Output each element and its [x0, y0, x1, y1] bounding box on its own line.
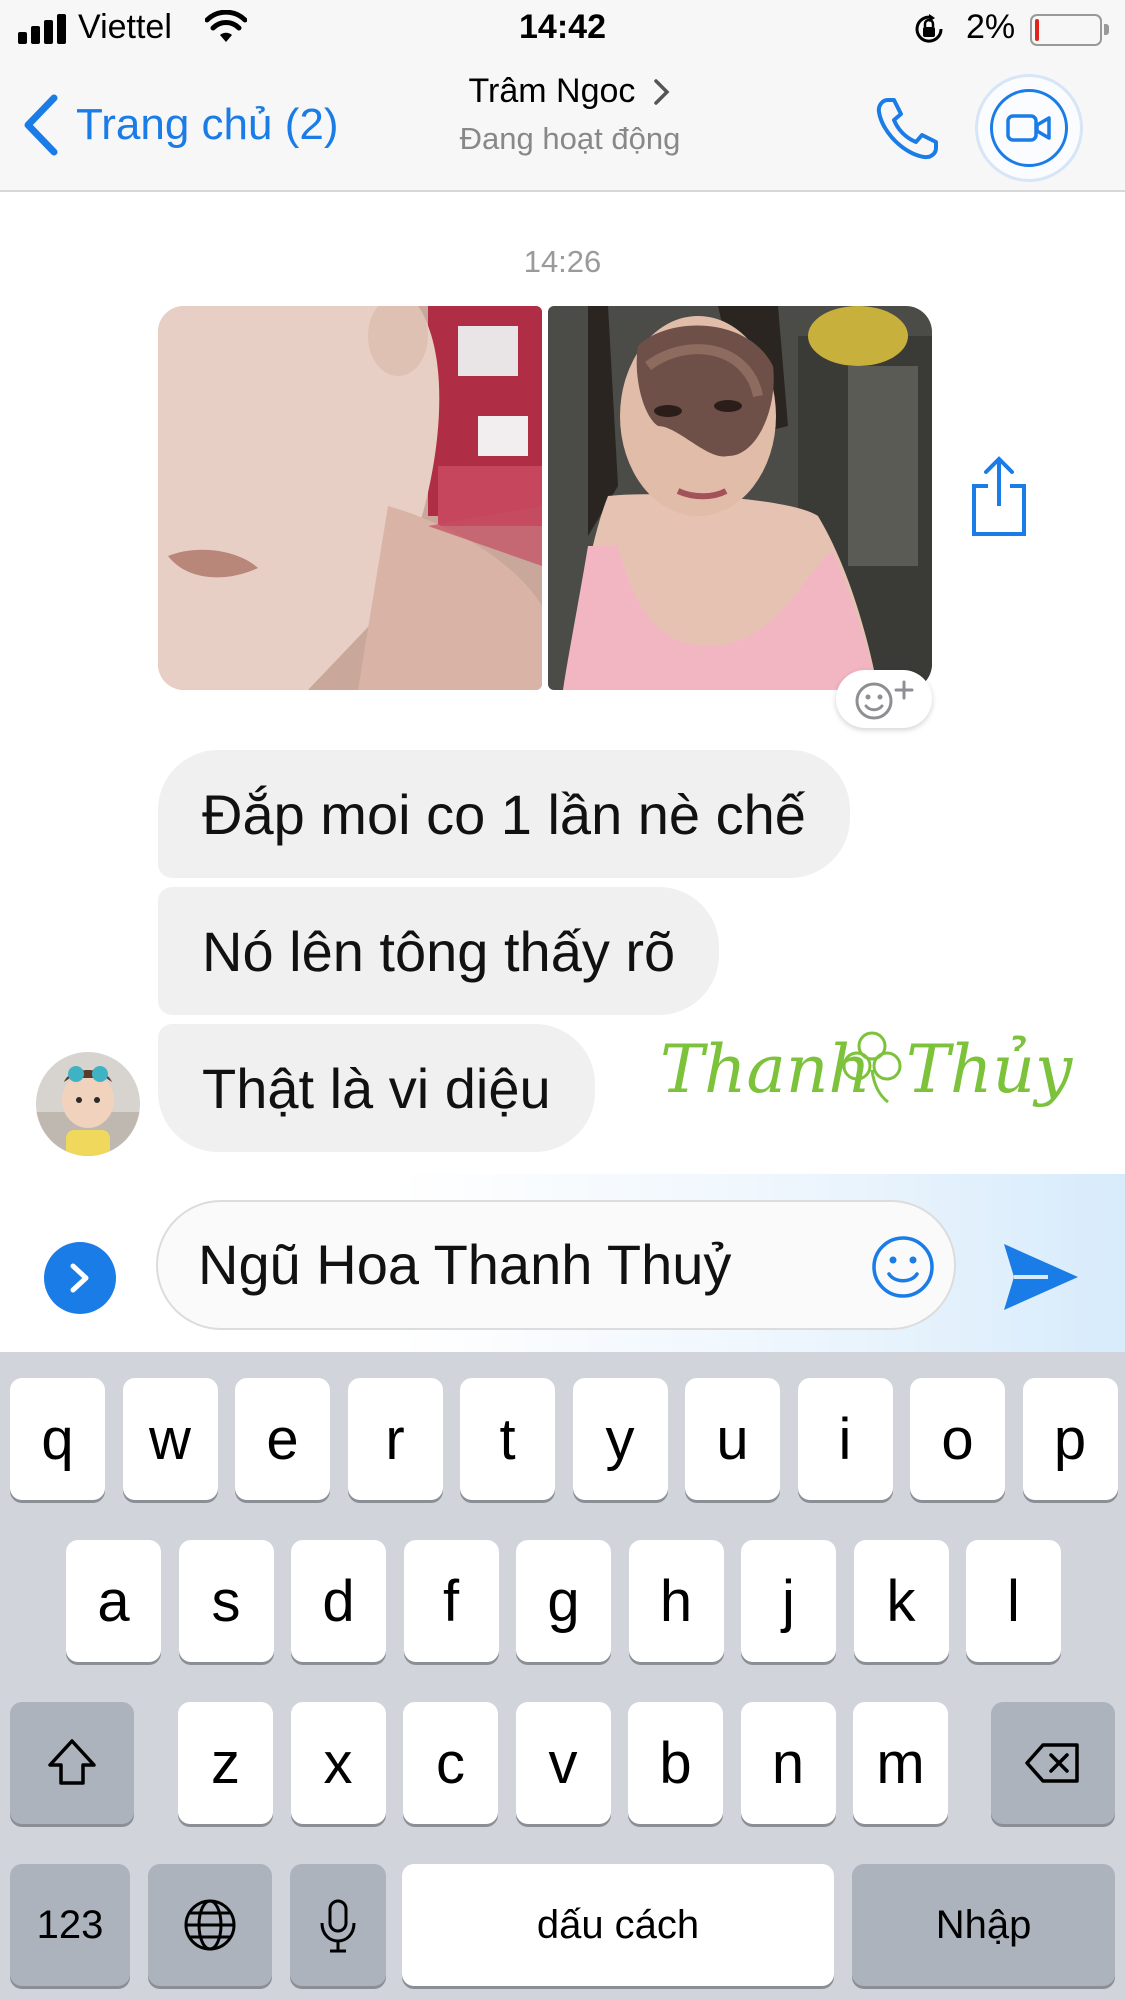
message-timestamp: 14:26: [523, 244, 602, 279]
chevron-right-icon: [654, 78, 670, 105]
key-s[interactable]: s: [178, 1540, 274, 1662]
space-key[interactable]: dấu cách: [402, 1864, 834, 1986]
back-chevron-icon: [24, 94, 58, 156]
contact-info[interactable]: Trâm Ngoc Đang hoạt động: [390, 72, 750, 157]
return-key[interactable]: Nhập: [852, 1864, 1115, 1986]
add-reaction-icon: [855, 680, 914, 720]
key-o[interactable]: o: [910, 1378, 1005, 1500]
key-p[interactable]: p: [1022, 1378, 1118, 1500]
phone-icon[interactable]: [870, 92, 944, 166]
globe-icon: [184, 1899, 236, 1951]
expand-button[interactable]: [44, 1242, 116, 1314]
key-y[interactable]: y: [572, 1378, 668, 1500]
key-e[interactable]: e: [235, 1378, 330, 1500]
watermark: Thanh Thủy: [660, 1010, 1080, 1120]
contact-name: Trâm Ngoc: [468, 72, 636, 110]
keyboard: qwertyuiop asdfghjkl zxcvbnm 123 dấu các…: [0, 1352, 1125, 2000]
contact-status: Đang hoạt động: [459, 121, 681, 156]
photo-face-mask-selfie[interactable]: [548, 306, 932, 690]
chat-header: Trang chủ (2) Trâm Ngoc Đang hoạt động: [0, 60, 1125, 192]
clock: 14:42: [519, 8, 606, 46]
key-b[interactable]: b: [628, 1702, 723, 1824]
add-reaction-button[interactable]: [836, 670, 932, 728]
key-k[interactable]: k: [853, 1540, 949, 1662]
message-input[interactable]: Ngũ Hoa Thanh Thuỷ: [156, 1200, 956, 1330]
key-f[interactable]: f: [403, 1540, 499, 1662]
photo-neck-closeup[interactable]: [158, 306, 542, 690]
emoji-icon[interactable]: [870, 1234, 936, 1300]
key-v[interactable]: v: [515, 1702, 611, 1824]
key-t[interactable]: t: [460, 1378, 555, 1500]
key-i[interactable]: i: [797, 1378, 893, 1500]
dictation-key[interactable]: [290, 1864, 386, 1986]
microphone-icon: [320, 1899, 356, 1953]
orientation-lock-icon: [915, 14, 943, 43]
back-button[interactable]: Trang chủ (2): [22, 90, 338, 160]
status-bar: Viettel 14:42 2%: [0, 0, 1125, 60]
numbers-key[interactable]: 123: [10, 1864, 130, 1986]
shift-icon: [48, 1739, 96, 1785]
key-z[interactable]: z: [178, 1702, 273, 1824]
key-u[interactable]: u: [685, 1378, 780, 1500]
key-q[interactable]: q: [10, 1378, 105, 1500]
watermark-text-right: Thủy: [906, 1031, 1073, 1108]
key-n[interactable]: n: [740, 1702, 836, 1824]
share-icon[interactable]: [966, 454, 1032, 540]
globe-key[interactable]: [148, 1864, 272, 1986]
battery-icon: [1030, 14, 1109, 46]
battery-level: [1035, 19, 1039, 41]
key-l[interactable]: l: [966, 1540, 1061, 1662]
key-h[interactable]: h: [628, 1540, 724, 1662]
video-call-button[interactable]: [975, 74, 1083, 182]
message-bubble[interactable]: Đắp moi co 1 lần nè chế: [158, 750, 850, 878]
backspace-icon: [1025, 1743, 1079, 1783]
message-input-value: Ngũ Hoa Thanh Thuỷ: [198, 1233, 732, 1296]
backspace-key[interactable]: [991, 1702, 1115, 1824]
expand-icon: [70, 1263, 89, 1293]
key-x[interactable]: x: [290, 1702, 386, 1824]
key-m[interactable]: m: [853, 1702, 948, 1824]
key-w[interactable]: w: [122, 1378, 218, 1500]
shift-key[interactable]: [10, 1702, 134, 1824]
battery-percent: 2%: [966, 8, 1016, 46]
key-c[interactable]: c: [403, 1702, 498, 1824]
video-camera-icon: [1006, 114, 1051, 142]
back-label: Trang chủ (2): [76, 100, 339, 149]
send-icon[interactable]: [1000, 1240, 1082, 1314]
watermark-text-left: Thanh: [660, 1031, 871, 1108]
key-g[interactable]: g: [516, 1540, 611, 1662]
message-composer: Ngũ Hoa Thanh Thuỷ: [0, 1174, 1125, 1352]
message-bubble[interactable]: Nó lên tông thấy rõ: [158, 887, 720, 1015]
key-r[interactable]: r: [347, 1378, 443, 1500]
key-j[interactable]: j: [741, 1540, 836, 1662]
key-d[interactable]: d: [291, 1540, 386, 1662]
key-a[interactable]: a: [66, 1540, 161, 1662]
avatar[interactable]: [36, 1052, 140, 1156]
message-bubble[interactable]: Thật là vi diệu: [158, 1024, 595, 1152]
